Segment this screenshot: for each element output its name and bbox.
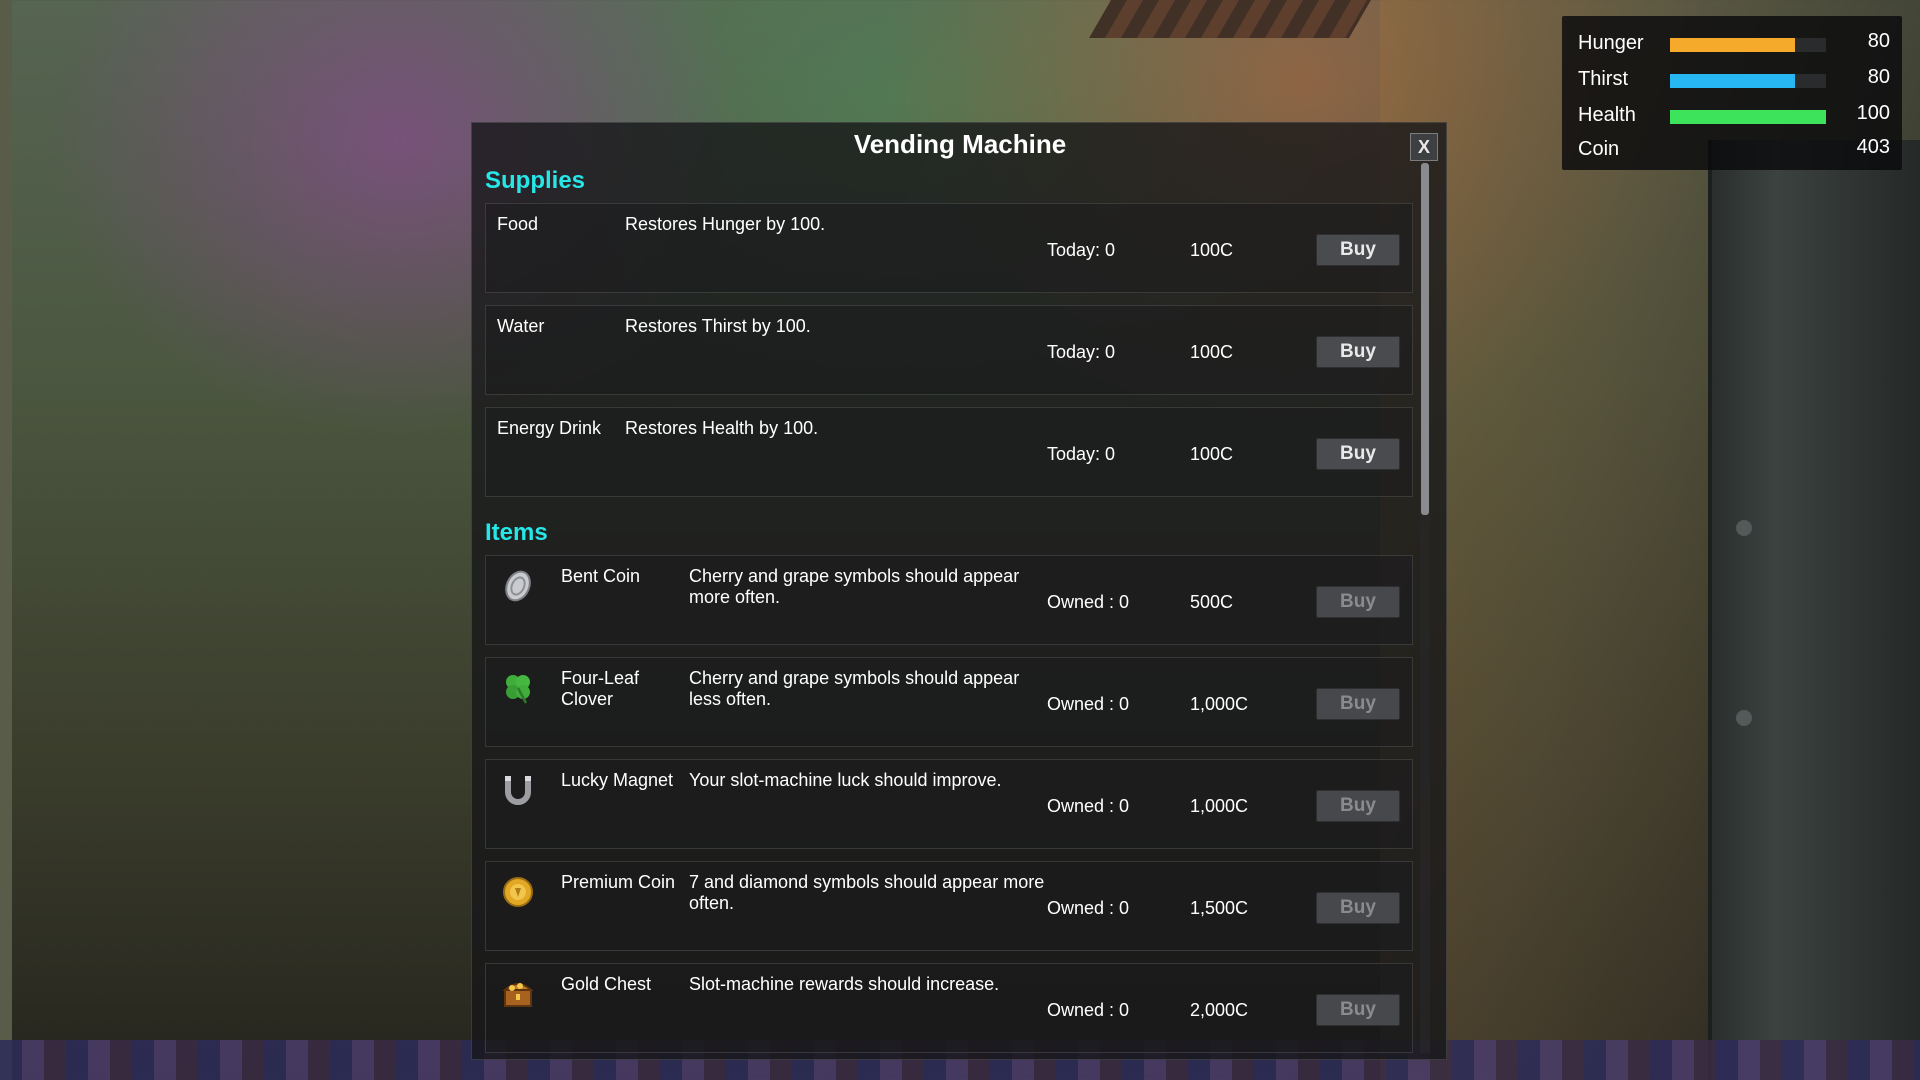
item-price: 2,000C	[1190, 1000, 1249, 1020]
buy-button[interactable]: Buy	[1316, 688, 1400, 720]
buy-button[interactable]: Buy	[1316, 892, 1400, 924]
thirst-bar-fill	[1670, 74, 1795, 88]
dialog-title: Vending Machine	[853, 129, 1067, 159]
item-name: Premium Coin	[561, 872, 676, 892]
hud-row-coin: Coin 403	[1578, 136, 1890, 166]
item-description: Your slot-machine luck should improve.	[689, 770, 1002, 790]
section-title-items: Items	[485, 519, 548, 546]
item-name: Food	[497, 214, 539, 234]
scrollbar[interactable]	[1420, 163, 1430, 1053]
hud-value: 80	[1867, 30, 1890, 52]
item-description: Restores Health by 100.	[625, 418, 819, 438]
hud-row-thirst: Thirst 80	[1578, 66, 1890, 96]
item-description: Restores Thirst by 100.	[625, 316, 811, 336]
door-rivet	[1736, 710, 1752, 726]
buy-button[interactable]: Buy	[1316, 586, 1400, 618]
hud-label: Health	[1578, 104, 1636, 126]
item-description: Cherry and grape symbols should appear l…	[689, 668, 1020, 709]
item-description: 7 and diamond symbols should appear more…	[689, 872, 1045, 913]
item-name: Energy Drink	[497, 418, 602, 438]
section-title-supplies: Supplies	[485, 167, 586, 194]
hud-value: 80	[1867, 66, 1890, 88]
item-description: Slot-machine rewards should increase.	[689, 974, 1000, 994]
four-leaf-clover-icon	[500, 670, 536, 706]
supply-row-food: Food Restores Hunger by 100. Today: 0 10…	[485, 203, 1413, 293]
item-name: Gold Chest	[561, 974, 652, 994]
item-price: 100C	[1190, 342, 1234, 362]
hunger-bar-fill	[1670, 38, 1795, 52]
owned-count: Owned : 0	[1047, 694, 1130, 714]
buy-button[interactable]: Buy	[1316, 234, 1400, 266]
buy-button[interactable]: Buy	[1316, 336, 1400, 368]
item-price: 1,000C	[1190, 796, 1249, 816]
purchase-count: Today: 0	[1047, 240, 1116, 260]
ceiling-trim	[1089, 0, 1371, 38]
hud-row-hunger: Hunger 80	[1578, 30, 1890, 60]
owned-count: Owned : 0	[1047, 592, 1130, 612]
health-bar-fill	[1670, 110, 1826, 124]
item-description: Cherry and grape symbols should appear m…	[689, 566, 1020, 607]
health-bar	[1670, 110, 1826, 124]
supply-row-water: Water Restores Thirst by 100. Today: 0 1…	[485, 305, 1413, 395]
item-row-lucky-magnet: Lucky Magnet Your slot-machine luck shou…	[485, 759, 1413, 849]
item-price: 100C	[1190, 240, 1234, 260]
owned-count: Owned : 0	[1047, 796, 1130, 816]
hud-value: 100	[1856, 102, 1890, 124]
item-description: Restores Hunger by 100.	[625, 214, 826, 234]
gold-chest-icon	[500, 976, 536, 1012]
item-price: 100C	[1190, 444, 1234, 464]
horseshoe-magnet-icon	[500, 772, 536, 808]
item-name: Lucky Magnet	[561, 770, 674, 790]
vending-machine-dialog: Vending Machine X Supplies Food Restores…	[471, 122, 1447, 1060]
item-price: 1,000C	[1190, 694, 1249, 714]
hud-label: Hunger	[1578, 32, 1644, 54]
item-name: Four-Leaf Clover	[561, 668, 640, 709]
buy-button[interactable]: Buy	[1316, 438, 1400, 470]
thirst-bar	[1670, 74, 1826, 88]
item-name: Bent Coin	[561, 566, 641, 586]
owned-count: Owned : 0	[1047, 898, 1130, 918]
close-button[interactable]: X	[1410, 133, 1438, 161]
item-price: 1,500C	[1190, 898, 1249, 918]
item-row-four-leaf-clover: Four-Leaf Clover Cherry and grape symbol…	[485, 657, 1413, 747]
status-hud: Hunger 80 Thirst 80 Health 100 Coin 403	[1562, 16, 1902, 170]
purchase-count: Today: 0	[1047, 342, 1116, 362]
hunger-bar	[1670, 38, 1826, 52]
hud-label: Coin	[1578, 138, 1620, 160]
item-row-gold-chest: Gold Chest Slot-machine rewards should i…	[485, 963, 1413, 1053]
item-row-premium-coin: Premium Coin 7 and diamond symbols shoul…	[485, 861, 1413, 951]
room-wall-left	[0, 0, 12, 1080]
buy-button[interactable]: Buy	[1316, 790, 1400, 822]
door-rivet	[1736, 520, 1752, 536]
hud-row-health: Health 100	[1578, 102, 1890, 132]
metal-door	[1708, 140, 1920, 1080]
purchase-count: Today: 0	[1047, 444, 1116, 464]
buy-button[interactable]: Buy	[1316, 994, 1400, 1026]
bent-coin-icon	[500, 568, 536, 604]
item-name: Water	[497, 316, 545, 336]
gold-coin-icon	[500, 874, 536, 910]
hud-label: Thirst	[1578, 68, 1628, 90]
owned-count: Owned : 0	[1047, 1000, 1130, 1020]
item-price: 500C	[1190, 592, 1234, 612]
coin-value: 403	[1856, 136, 1890, 158]
scrollbar-thumb[interactable]	[1421, 163, 1429, 515]
supply-row-energy-drink: Energy Drink Restores Health by 100. Tod…	[485, 407, 1413, 497]
item-row-bent-coin: Bent Coin Cherry and grape symbols shoul…	[485, 555, 1413, 645]
